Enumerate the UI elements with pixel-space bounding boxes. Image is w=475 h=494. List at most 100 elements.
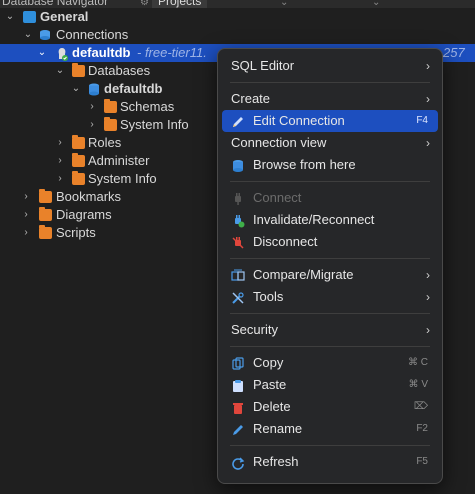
submenu-arrow-icon: ›	[426, 290, 430, 304]
tree-label-diagrams: Diagrams	[56, 207, 112, 222]
chevron-down-icon[interactable]: ⌄	[22, 26, 34, 44]
tree-label-schemas: Schemas	[120, 99, 175, 114]
paste-icon	[231, 378, 245, 392]
menu-item-delete[interactable]: Delete ⌦	[222, 396, 438, 418]
menu-item-disconnect[interactable]: Disconnect	[222, 231, 438, 253]
tree-item-scripts[interactable]: › Scripts	[0, 224, 220, 242]
chevron-down-icon[interactable]: ⌄	[54, 62, 66, 80]
chevron-right-icon[interactable]: ›	[86, 116, 98, 134]
menu-item-connect[interactable]: Connect	[222, 187, 438, 209]
pencil-icon	[231, 114, 245, 128]
menu-label: Create	[231, 91, 271, 106]
tree-item-administer[interactable]: › Administer	[0, 152, 220, 170]
tree-label-connection-name: defaultdb	[72, 45, 131, 60]
tab-projects[interactable]: Projects	[152, 0, 208, 8]
chevron-right-icon[interactable]: ›	[86, 98, 98, 116]
menu-item-browse-from-here[interactable]: Browse from here	[222, 154, 438, 176]
menu-separator	[230, 445, 430, 446]
tree-item-schemas[interactable]: › Schemas	[0, 98, 220, 116]
menu-item-tools[interactable]: Tools ›	[222, 286, 438, 308]
bookmarks-folder-icon	[39, 189, 52, 203]
menu-item-invalidate-reconnect[interactable]: Invalidate/Reconnect	[222, 209, 438, 231]
shortcut-label: ⌘ V	[408, 379, 428, 390]
filter-icon[interactable]: ⌄	[280, 0, 290, 8]
refresh-icon	[231, 455, 245, 470]
tree-label-administer: Administer	[88, 153, 150, 168]
menu-label: Delete	[253, 399, 291, 414]
chevron-right-icon[interactable]: ›	[20, 224, 32, 242]
menu-label: Browse from here	[253, 157, 356, 172]
tree-item-system-info[interactable]: › System Info	[0, 170, 220, 188]
tree-item-roles[interactable]: › Roles	[0, 134, 220, 152]
administer-folder-icon	[72, 153, 85, 167]
tab-database-navigator[interactable]: Database Navigator	[2, 0, 108, 8]
chevron-right-icon[interactable]: ›	[20, 206, 32, 224]
menu-item-compare-migrate[interactable]: Compare/Migrate ›	[222, 264, 438, 286]
menu-item-copy[interactable]: Copy ⌘ C	[222, 352, 438, 374]
delete-key-icon: ⌦	[413, 401, 428, 412]
scripts-folder-icon	[39, 225, 52, 239]
menu-label: SQL Editor	[231, 58, 295, 73]
tree-label-connections: Connections	[56, 27, 129, 42]
plug-icon	[231, 191, 245, 205]
schemas-folder-icon	[104, 99, 117, 113]
tree-item-general[interactable]: ⌄ General	[0, 8, 220, 26]
menu-item-connection-view[interactable]: Connection view ›	[222, 132, 438, 154]
menu-separator	[230, 82, 430, 83]
tree-item-connections[interactable]: ⌄ Connections	[0, 26, 220, 44]
menu-label: Tools	[253, 289, 284, 304]
chevron-down-icon[interactable]: ⌄	[70, 80, 82, 98]
menu-label: Edit Connection	[253, 113, 345, 128]
menu-item-security[interactable]: Security ›	[222, 319, 438, 341]
settings-icon[interactable]: ⚙	[140, 0, 150, 8]
menu-label: Disconnect	[253, 234, 318, 249]
database-icon	[88, 83, 101, 96]
menu-item-edit-connection[interactable]: Edit Connection F4	[222, 110, 438, 132]
database-icon	[231, 158, 245, 172]
menu-separator	[230, 313, 430, 314]
menu-label: Security	[231, 322, 278, 337]
diagrams-folder-icon	[39, 207, 52, 221]
database-connected-icon	[55, 47, 68, 61]
tree-label-db-name: defaultdb	[104, 81, 163, 96]
submenu-arrow-icon: ›	[426, 136, 430, 150]
chevron-right-icon[interactable]: ›	[20, 188, 32, 206]
tree-label-bookmarks: Bookmarks	[56, 189, 122, 204]
tree-label-general: General	[40, 9, 89, 24]
submenu-arrow-icon: ›	[426, 268, 430, 282]
shortcut-label: ⌘ C	[408, 357, 428, 368]
tree-item-db-defaultdb[interactable]: ⌄ defaultdb	[0, 80, 220, 98]
menu-separator	[230, 258, 430, 259]
menu-item-rename[interactable]: Rename F2	[222, 418, 438, 440]
connection-description-suffix: 257	[443, 45, 465, 60]
tab-strip: Database Navigator Projects ⚙ ⌄ ⌄	[0, 0, 475, 8]
menu-item-paste[interactable]: Paste ⌘ V	[222, 374, 438, 396]
chevron-right-icon[interactable]: ›	[54, 170, 66, 188]
menu-item-refresh[interactable]: Refresh F5	[222, 451, 438, 473]
folder-icon	[72, 63, 85, 77]
chevron-down-icon[interactable]: ⌄	[4, 8, 16, 26]
shortcut-label: F4	[416, 115, 428, 126]
menu-item-create[interactable]: Create ›	[222, 88, 438, 110]
tree-item-databases[interactable]: ⌄ Databases	[0, 62, 220, 80]
context-menu: SQL Editor › Create › Edit Connection F4…	[217, 48, 443, 484]
tree-label-system-info-db: System Info	[120, 117, 189, 132]
compare-icon	[231, 268, 245, 282]
menu-label: Copy	[253, 355, 284, 370]
tree-label-scripts: Scripts	[56, 225, 96, 240]
chevron-right-icon[interactable]: ›	[54, 152, 66, 170]
menu-separator	[230, 181, 430, 182]
chevron-down-icon[interactable]: ⌄	[36, 44, 48, 62]
chevron-right-icon[interactable]: ›	[54, 134, 66, 152]
tree-label-roles: Roles	[88, 135, 122, 150]
menu-label: Compare/Migrate	[253, 267, 354, 282]
menu-item-sql-editor[interactable]: SQL Editor ›	[222, 55, 438, 77]
tree-item-system-info-db[interactable]: › System Info	[0, 116, 220, 134]
view-menu-icon[interactable]: ⌄	[372, 0, 382, 8]
tree-item-diagrams[interactable]: › Diagrams	[0, 206, 220, 224]
tree-item-bookmarks[interactable]: › Bookmarks	[0, 188, 220, 206]
submenu-arrow-icon: ›	[426, 323, 430, 337]
menu-label: Connection view	[231, 135, 327, 150]
rename-pencil-icon	[231, 422, 245, 436]
submenu-arrow-icon: ›	[426, 92, 430, 106]
